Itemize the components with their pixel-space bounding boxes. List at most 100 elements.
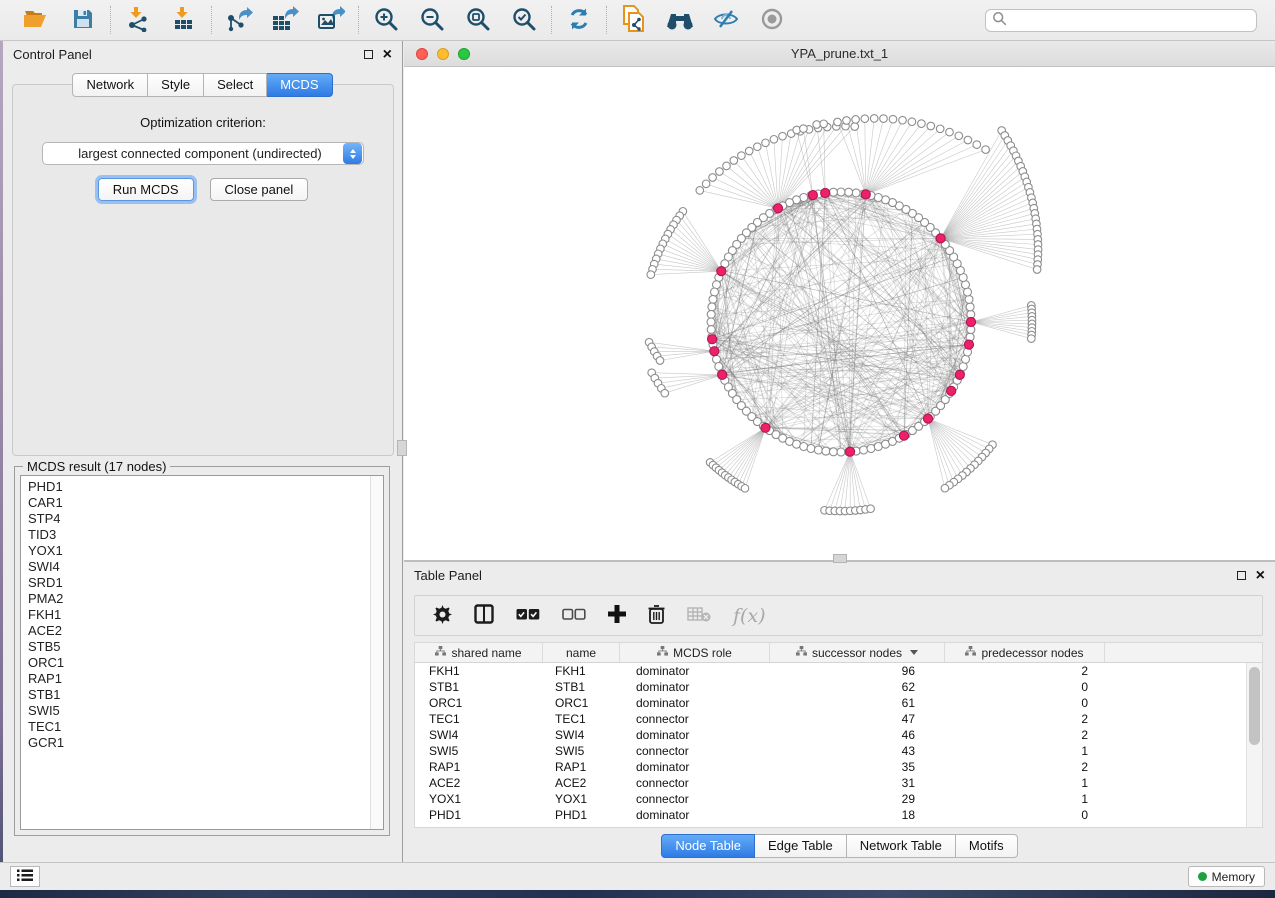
zoom-out-button[interactable] bbox=[417, 5, 447, 35]
mcds-hub-node[interactable] bbox=[964, 340, 973, 349]
mcds-result-item[interactable]: YOX1 bbox=[28, 543, 383, 559]
column-header-name[interactable]: name bbox=[543, 643, 620, 662]
network-node[interactable] bbox=[708, 303, 716, 311]
function-builder-button-disabled[interactable]: f(x) bbox=[733, 605, 766, 627]
table-row[interactable]: SWI5SWI5connector431 bbox=[415, 743, 1246, 759]
network-node[interactable] bbox=[745, 147, 753, 155]
tab-node-table[interactable]: Node Table bbox=[661, 834, 755, 858]
network-node[interactable] bbox=[867, 505, 875, 513]
network-node[interactable] bbox=[867, 445, 875, 453]
show-column-selector-button[interactable] bbox=[474, 604, 494, 627]
network-node[interactable] bbox=[656, 357, 664, 365]
network-node[interactable] bbox=[1033, 266, 1041, 274]
network-node[interactable] bbox=[918, 120, 926, 128]
export-network-button[interactable] bbox=[224, 5, 254, 35]
network-node[interactable] bbox=[964, 288, 972, 296]
tab-edge-table[interactable]: Edge Table bbox=[755, 834, 847, 858]
mcds-result-item[interactable]: STB1 bbox=[28, 687, 383, 703]
network-node[interactable] bbox=[762, 139, 770, 147]
mcds-result-item[interactable]: STB5 bbox=[28, 639, 383, 655]
network-node[interactable] bbox=[965, 295, 973, 303]
network-node[interactable] bbox=[770, 136, 778, 144]
network-node[interactable] bbox=[955, 132, 963, 140]
network-node[interactable] bbox=[845, 188, 853, 196]
network-node[interactable] bbox=[702, 180, 710, 188]
network-node[interactable] bbox=[807, 445, 815, 453]
run-mcds-button[interactable]: Run MCDS bbox=[98, 178, 194, 201]
network-node[interactable] bbox=[966, 303, 974, 311]
network-node[interactable] bbox=[851, 123, 859, 131]
refresh-button[interactable] bbox=[564, 5, 594, 35]
network-node[interactable] bbox=[1028, 335, 1036, 343]
mcds-hub-node[interactable] bbox=[718, 370, 727, 379]
mcds-hub-node[interactable] bbox=[923, 414, 932, 423]
search-field[interactable] bbox=[985, 9, 1257, 32]
network-node[interactable] bbox=[707, 326, 715, 334]
open-file-button[interactable] bbox=[22, 5, 52, 35]
mcds-result-item[interactable]: CAR1 bbox=[28, 495, 383, 511]
mcds-hub-node[interactable] bbox=[717, 267, 726, 276]
network-node[interactable] bbox=[661, 389, 669, 397]
mcds-result-item[interactable]: GCR1 bbox=[28, 735, 383, 751]
network-node[interactable] bbox=[941, 484, 949, 492]
mcds-hub-node[interactable] bbox=[773, 204, 782, 213]
mcds-result-item[interactable]: PMA2 bbox=[28, 591, 383, 607]
network-node[interactable] bbox=[908, 118, 916, 126]
close-panel-icon[interactable]: × bbox=[383, 50, 392, 59]
network-node[interactable] bbox=[829, 448, 837, 456]
tab-mcds[interactable]: MCDS bbox=[267, 73, 332, 97]
network-node[interactable] bbox=[861, 115, 869, 123]
search-network-icon-button[interactable] bbox=[665, 5, 695, 35]
network-graph[interactable] bbox=[404, 67, 1275, 560]
tab-network[interactable]: Network bbox=[72, 73, 148, 97]
table-scrollbar-thumb[interactable] bbox=[1249, 667, 1260, 745]
network-node[interactable] bbox=[779, 132, 787, 140]
network-node[interactable] bbox=[738, 152, 746, 160]
mcds-result-item[interactable]: SRD1 bbox=[28, 575, 383, 591]
mcds-hub-node[interactable] bbox=[947, 386, 956, 395]
network-node[interactable] bbox=[800, 443, 808, 451]
network-node[interactable] bbox=[837, 188, 845, 196]
table-settings-button[interactable] bbox=[433, 605, 452, 627]
network-node[interactable] bbox=[936, 125, 944, 133]
table-row[interactable]: STB1STB1dominator620 bbox=[415, 679, 1246, 695]
network-node[interactable] bbox=[716, 168, 724, 176]
mcds-hub-node[interactable] bbox=[966, 317, 975, 326]
network-node[interactable] bbox=[730, 157, 738, 165]
network-node[interactable] bbox=[870, 115, 878, 123]
network-node[interactable] bbox=[852, 189, 860, 197]
network-node[interactable] bbox=[696, 187, 704, 195]
import-table-button[interactable] bbox=[169, 5, 199, 35]
tab-motifs[interactable]: Motifs bbox=[956, 834, 1018, 858]
vertical-splitter-handle[interactable] bbox=[397, 440, 407, 456]
export-image-button[interactable] bbox=[316, 5, 346, 35]
export-table-button[interactable] bbox=[270, 5, 300, 35]
network-node[interactable] bbox=[820, 120, 828, 128]
network-node[interactable] bbox=[741, 485, 749, 493]
select-all-rows-button[interactable] bbox=[516, 608, 540, 624]
table-row[interactable]: TEC1TEC1connector472 bbox=[415, 711, 1246, 727]
mcds-result-item[interactable]: SWI4 bbox=[28, 559, 383, 575]
network-node[interactable] bbox=[852, 116, 860, 124]
mcds-hub-node[interactable] bbox=[710, 347, 719, 356]
table-row[interactable]: RAP1RAP1dominator352 bbox=[415, 759, 1246, 775]
zoom-in-button[interactable] bbox=[371, 5, 401, 35]
create-column-button[interactable] bbox=[608, 605, 626, 626]
table-row[interactable]: ORC1ORC1dominator610 bbox=[415, 695, 1246, 711]
column-header-successor-nodes[interactable]: successor nodes bbox=[770, 643, 945, 662]
mcds-hub-node[interactable] bbox=[955, 370, 964, 379]
table-row[interactable]: YOX1YOX1connector291 bbox=[415, 791, 1246, 807]
optimization-criterion-select[interactable]: largest connected component (undirected) bbox=[42, 142, 364, 165]
mcds-result-item[interactable]: SWI5 bbox=[28, 703, 383, 719]
column-header-MCDS-role[interactable]: MCDS role bbox=[620, 643, 770, 662]
float-panel-icon[interactable] bbox=[364, 50, 373, 59]
mcds-hub-node[interactable] bbox=[899, 431, 908, 440]
mcds-result-item[interactable]: STP4 bbox=[28, 511, 383, 527]
network-node[interactable] bbox=[889, 115, 897, 123]
column-header-shared-name[interactable]: shared name bbox=[415, 643, 543, 662]
network-node[interactable] bbox=[713, 281, 721, 289]
table-scrollbar[interactable] bbox=[1246, 663, 1262, 827]
horizontal-splitter-handle[interactable] bbox=[833, 554, 847, 563]
tab-network-table[interactable]: Network Table bbox=[847, 834, 956, 858]
mcds-hub-node[interactable] bbox=[761, 423, 770, 432]
